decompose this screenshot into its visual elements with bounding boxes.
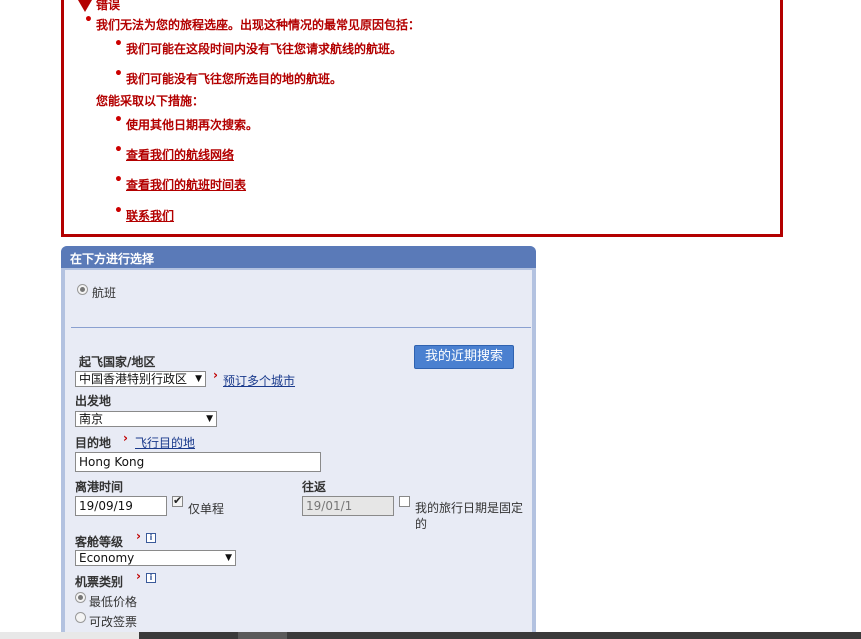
fare-option-radio-flexible[interactable] — [75, 612, 86, 623]
error-box: 错误 • 我们无法为您的旅程选座。出现这种情况的最常见原因包括： • 我们可能在… — [61, 0, 783, 237]
fare-option-radio-lowest[interactable] — [75, 592, 86, 603]
error-actions-intro: 您能采取以下措施： — [96, 94, 205, 108]
info-icon[interactable]: i — [146, 573, 156, 583]
panel-header: 在下方进行选择 — [61, 246, 536, 268]
chevron-right-icon: › — [123, 431, 128, 445]
bullet-icon: • — [114, 142, 123, 158]
chevron-right-icon: › — [136, 569, 141, 583]
scrollbar-thumb[interactable] — [238, 632, 287, 639]
origin-country-label: 起飞国家/地区 — [79, 355, 156, 369]
one-way-label: 仅单程 — [188, 502, 225, 516]
chevron-down-icon: ▼ — [225, 553, 232, 563]
chevron-down-icon: ▼ — [206, 414, 213, 424]
error-reason-item: • 我们可能在这段时间内没有飞往您请求航线的航班。 — [114, 36, 403, 56]
warning-icon — [78, 0, 92, 12]
destination-link[interactable]: 飞行目的地 — [135, 434, 195, 451]
trip-type-radio-flight[interactable] — [77, 284, 88, 295]
bullet-icon: • — [114, 36, 123, 52]
fixed-dates-label: 我的旅行日期是固定的 — [415, 501, 524, 531]
error-action-item: • 查看我们的航班时间表 — [114, 172, 246, 193]
error-action-item: • 联系我们 — [114, 203, 174, 224]
chevron-down-icon: ▼ — [195, 374, 202, 384]
cabin-select[interactable]: Economy ▼ — [75, 550, 236, 566]
bullet-icon: • — [114, 112, 123, 128]
info-icon[interactable]: i — [146, 533, 156, 543]
flight-timetable-link[interactable]: 查看我们的航班时间表 — [126, 178, 246, 192]
destination-label: 目的地 — [75, 436, 112, 450]
fixed-dates-checkbox[interactable] — [399, 496, 410, 507]
depart-date-label: 离港时间 — [75, 480, 124, 494]
bullet-icon: • — [114, 172, 123, 188]
divider — [71, 327, 531, 328]
return-date-input[interactable]: 19/01/1 — [302, 496, 394, 516]
fare-option-label: 最低价格 — [89, 595, 138, 609]
fare-type-label: 机票类别 — [75, 575, 124, 589]
search-panel: 在下方进行选择 航班 我的近期搜索 起飞国家/地区 中国香港特别行政区 ▼ › … — [61, 246, 536, 639]
panel-body: 航班 我的近期搜索 起飞国家/地区 中国香港特别行政区 ▼ › 预订多个城市 出… — [65, 270, 532, 639]
bullet-icon: • — [84, 12, 93, 28]
bullet-icon: • — [114, 66, 123, 82]
error-reason-item: • 我们可能没有飞往您所选目的地的航班。 — [114, 66, 343, 86]
origin-country-select[interactable]: 中国香港特别行政区 ▼ — [75, 371, 206, 387]
multi-city-link[interactable]: 预订多个城市 — [223, 372, 295, 389]
trip-type-label: 航班 — [92, 286, 117, 300]
cabin-label: 客舱等级 — [75, 535, 124, 549]
chevron-right-icon: › — [213, 368, 218, 382]
error-title: 错误 — [96, 0, 121, 12]
return-label: 往返 — [302, 480, 327, 494]
fare-option-label: 可改签票 — [89, 615, 138, 629]
one-way-checkbox[interactable] — [172, 494, 183, 507]
departure-label: 出发地 — [75, 394, 112, 408]
depart-date-input[interactable]: 19/09/19 — [75, 496, 167, 516]
error-action-item: • 查看我们的航线网络 — [114, 142, 234, 163]
chevron-right-icon: › — [136, 529, 141, 543]
contact-us-link[interactable]: 联系我们 — [126, 209, 174, 223]
error-reason-intro: • 我们无法为您的旅程选座。出现这种情况的最常见原因包括： — [84, 12, 421, 32]
recent-searches-button[interactable]: 我的近期搜索 — [414, 345, 514, 369]
route-network-link[interactable]: 查看我们的航线网络 — [126, 148, 234, 162]
departure-select[interactable]: 南京 ▼ — [75, 411, 217, 427]
bullet-icon: • — [114, 203, 123, 219]
destination-input[interactable]: Hong Kong — [75, 452, 321, 472]
error-action-item: • 使用其他日期再次搜索。 — [114, 112, 259, 132]
